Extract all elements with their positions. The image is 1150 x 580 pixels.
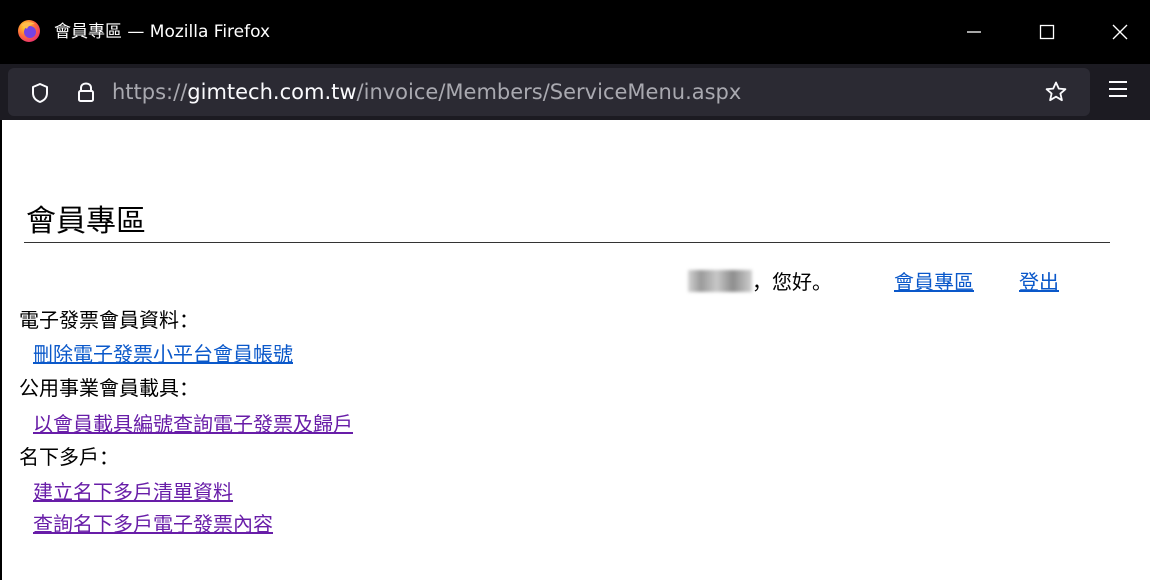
section-title-einvoice-member: 電子發票會員資料： xyxy=(19,308,199,332)
query-multiple-invoices-link[interactable]: 查詢名下多戶電子發票內容 xyxy=(33,510,273,538)
url-path: /invoice/Members/ServiceMenu.aspx xyxy=(356,80,742,104)
window-titlebar: 會員專區 — Mozilla Firefox xyxy=(0,0,1150,64)
member-area-link[interactable]: 會員專區 xyxy=(894,268,974,296)
address-bar[interactable]: https://gimtech.com.tw/invoice/Members/S… xyxy=(8,68,1090,116)
create-account-list-link[interactable]: 建立名下多戶清單資料 xyxy=(33,478,233,506)
lock-icon[interactable] xyxy=(76,81,96,103)
page-title: 會員專區 xyxy=(24,204,1110,243)
delete-account-link[interactable]: 刪除電子發票小平台會員帳號 xyxy=(33,340,293,368)
close-button[interactable] xyxy=(1098,12,1142,52)
section-title-utility-carrier: 公用事業會員載具： xyxy=(19,376,199,400)
maximize-icon xyxy=(1039,24,1055,40)
logout-link[interactable]: 登出 xyxy=(1019,268,1059,296)
firefox-logo-icon xyxy=(18,20,40,42)
close-icon xyxy=(1112,24,1128,40)
query-carrier-invoice-link[interactable]: 以會員載具編號查詢電子發票及歸戶 xyxy=(33,410,353,438)
browser-toolbar: https://gimtech.com.tw/invoice/Members/S… xyxy=(0,64,1150,120)
window-title: 會員專區 — Mozilla Firefox xyxy=(54,22,271,42)
maximize-button[interactable] xyxy=(1025,12,1069,52)
minimize-icon xyxy=(967,31,981,33)
url-prefix: https:// xyxy=(112,80,188,104)
greeting-text: ，您好。 xyxy=(752,270,832,294)
redacted-username xyxy=(688,270,752,292)
section-title-multiple-accounts: 名下多戶： xyxy=(19,445,119,469)
user-greeting: ，您好。 xyxy=(688,268,832,296)
bookmark-star-icon[interactable] xyxy=(1044,80,1068,104)
minimize-button[interactable] xyxy=(952,12,996,52)
page-title-text: 會員專區 xyxy=(26,204,146,239)
url-text[interactable]: https://gimtech.com.tw/invoice/Members/S… xyxy=(112,80,741,104)
page-content: 會員專區 ，您好。 會員專區 登出 電子發票會員資料： 刪除電子發票小平台會員帳… xyxy=(0,120,1150,580)
hamburger-menu-icon[interactable] xyxy=(1107,78,1129,100)
url-host: gimtech.com.tw xyxy=(187,80,357,104)
tracking-protection-shield-icon[interactable] xyxy=(30,82,50,104)
